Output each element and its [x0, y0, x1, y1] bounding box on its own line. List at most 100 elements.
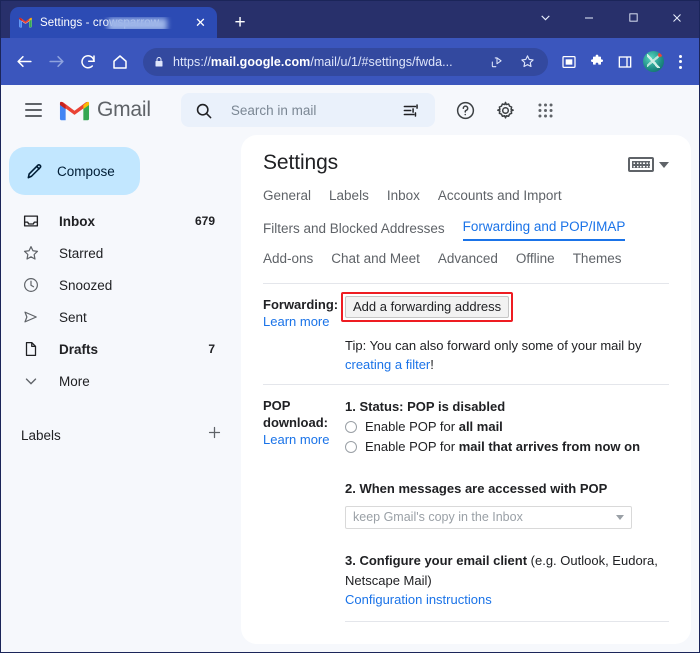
- forwarding-label-col: Forwarding: Learn more: [263, 296, 345, 374]
- home-icon[interactable]: [105, 47, 135, 77]
- settings-gear-icon[interactable]: [489, 93, 523, 127]
- create-filter-link[interactable]: creating a filter: [345, 357, 430, 372]
- gmail-page: Gmail: [1, 85, 699, 652]
- side-panel-icon[interactable]: [612, 47, 638, 77]
- compose-button[interactable]: Compose: [9, 147, 140, 195]
- gmail-sidebar: Compose Inbox 679 Starred: [1, 135, 241, 652]
- window-minimize-button[interactable]: [567, 1, 611, 34]
- settings-tabs-row-2: Filters and Blocked Addresses Forwarding…: [263, 220, 669, 242]
- add-forwarding-address-wrapper: Add a forwarding address: [345, 296, 509, 318]
- settings-card: Settings General Labels Inbox Accounts a…: [241, 135, 691, 644]
- settings-tabs: General Labels Inbox Accounts and Import…: [263, 189, 669, 272]
- tab-search-chevron-icon[interactable]: [523, 1, 567, 34]
- tab-inbox[interactable]: Inbox: [387, 189, 420, 209]
- pop-radio-all-mail[interactable]: Enable POP for all mail: [345, 417, 669, 437]
- pop-radio-from-now-on[interactable]: Enable POP for mail that arrives from no…: [345, 437, 669, 457]
- configuration-instructions-link[interactable]: Configuration instructions: [345, 592, 492, 607]
- pop-label-line2: download:: [263, 414, 337, 431]
- tab-advanced[interactable]: Advanced: [438, 252, 498, 272]
- search-bar[interactable]: [181, 93, 435, 127]
- chevron-down-icon: [659, 162, 669, 168]
- sidebar-item-starred[interactable]: Starred: [1, 237, 227, 269]
- forwarding-section: Forwarding: Learn more Add a forwarding …: [263, 284, 669, 374]
- gmail-logo[interactable]: Gmail: [59, 98, 151, 122]
- pop-step3-label: 3. Configure your email client (e.g. Out…: [345, 551, 669, 591]
- radio-icon[interactable]: [345, 441, 357, 453]
- tab-chat-and-meet[interactable]: Chat and Meet: [331, 252, 420, 272]
- sidebar-item-label: Drafts: [59, 342, 190, 357]
- help-icon[interactable]: [449, 93, 483, 127]
- three-dot-menu[interactable]: [669, 47, 691, 77]
- radio-icon[interactable]: [345, 421, 357, 433]
- forwarding-learn-more-link[interactable]: Learn more: [263, 313, 329, 330]
- draft-icon: [21, 339, 41, 359]
- sidebar-item-snoozed[interactable]: Snoozed: [1, 269, 227, 301]
- chevron-down-icon: [616, 515, 624, 520]
- add-forwarding-address-button[interactable]: Add a forwarding address: [345, 296, 509, 318]
- tab-forwarding-and-pop-imap[interactable]: Forwarding and POP/IMAP: [463, 220, 626, 242]
- google-apps-icon[interactable]: [529, 93, 563, 127]
- main-menu-icon[interactable]: [13, 90, 53, 130]
- tab-labels[interactable]: Labels: [329, 189, 369, 209]
- sidebar-item-inbox[interactable]: Inbox 679: [1, 205, 227, 237]
- profile-avatar[interactable]: [643, 51, 664, 72]
- chevron-down-icon: [21, 371, 41, 391]
- pop-radio-new-label: Enable POP for mail that arrives from no…: [365, 437, 640, 457]
- labels-title: Labels: [21, 428, 206, 443]
- tab-close-icon[interactable]: ✕: [192, 14, 209, 31]
- screenshot-icon[interactable]: [556, 47, 582, 77]
- window-close-button[interactable]: [655, 1, 699, 34]
- window-maximize-button[interactable]: [611, 1, 655, 34]
- gmail-brand-text: Gmail: [97, 98, 151, 122]
- compose-label: Compose: [57, 164, 115, 179]
- gmail-favicon-icon: [18, 15, 33, 30]
- tab-themes[interactable]: Themes: [573, 252, 622, 272]
- sidebar-item-sent[interactable]: Sent: [1, 301, 227, 333]
- browser-toolbar: https://mail.google.com/mail/u/1/#settin…: [1, 38, 699, 85]
- sidebar-nav-list: Inbox 679 Starred Snoozed: [1, 205, 241, 397]
- tab-add-ons[interactable]: Add-ons: [263, 252, 313, 272]
- extensions-puzzle-icon[interactable]: [584, 47, 610, 77]
- tab-accounts-and-import[interactable]: Accounts and Import: [438, 189, 562, 209]
- settings-tabs-row-1: General Labels Inbox Accounts and Import: [263, 189, 669, 209]
- back-icon[interactable]: [9, 47, 39, 77]
- search-options-icon[interactable]: [397, 95, 427, 125]
- display-density-button[interactable]: [628, 151, 669, 172]
- reload-icon[interactable]: [73, 47, 103, 77]
- forward-icon: [41, 47, 71, 77]
- pop-action-select-value: keep Gmail's copy in the Inbox: [353, 510, 616, 524]
- settings-header: Settings: [263, 151, 669, 175]
- sidebar-item-drafts[interactable]: Drafts 7: [1, 333, 227, 365]
- browser-tab-active[interactable]: Settings - crowsparrow ✕: [10, 7, 217, 38]
- search-input[interactable]: [229, 102, 387, 119]
- pop-label-line1: POP: [263, 397, 337, 414]
- gmail-body: Compose Inbox 679 Starred: [1, 135, 699, 652]
- browser-window: Settings - crowsparrow ✕ +: [0, 0, 700, 653]
- pop-action-select[interactable]: keep Gmail's copy in the Inbox: [345, 506, 632, 529]
- address-bar-url: https://mail.google.com/mail/u/1/#settin…: [173, 55, 478, 69]
- window-controls: [523, 1, 699, 34]
- address-bar[interactable]: https://mail.google.com/mail/u/1/#settin…: [143, 48, 548, 76]
- tab-general[interactable]: General: [263, 189, 311, 209]
- new-tab-button[interactable]: +: [227, 9, 253, 35]
- bookmark-star-icon[interactable]: [516, 51, 538, 73]
- pop-status-line: 1. Status: POP is disabled: [345, 397, 669, 417]
- send-icon: [21, 307, 41, 327]
- sidebar-item-label: Sent: [59, 310, 197, 325]
- forwarding-tip: Tip: You can also forward only some of y…: [345, 336, 669, 374]
- page-title: Settings: [263, 151, 628, 175]
- sidebar-item-label: Inbox: [59, 214, 177, 229]
- sidebar-item-more[interactable]: More: [1, 365, 227, 397]
- pop-learn-more-link[interactable]: Learn more: [263, 431, 329, 448]
- browser-tab-title: Settings - crowsparrow: [40, 17, 185, 29]
- add-label-icon[interactable]: [206, 424, 223, 446]
- tab-filters-and-blocked-addresses[interactable]: Filters and Blocked Addresses: [263, 222, 445, 242]
- forwarding-label: Forwarding:: [263, 296, 337, 313]
- pop-step2-label: 2. When messages are accessed with POP: [345, 479, 669, 499]
- keyboard-icon: [628, 157, 654, 172]
- search-icon: [189, 95, 219, 125]
- sidebar-item-label: More: [59, 374, 197, 389]
- share-icon[interactable]: [486, 51, 508, 73]
- divider: [345, 621, 669, 622]
- tab-offline[interactable]: Offline: [516, 252, 555, 272]
